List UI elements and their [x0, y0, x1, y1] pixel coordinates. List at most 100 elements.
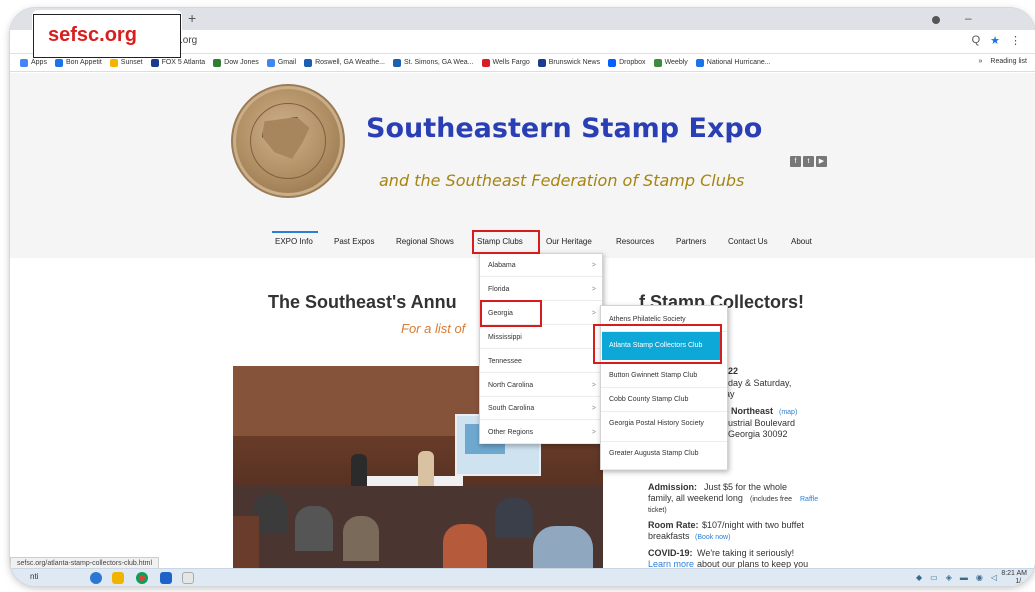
site-title[interactable]: Southeastern Stamp Expo: [366, 113, 762, 144]
georgia-club-label: Georgia Postal History Society: [609, 420, 704, 427]
youtube-icon[interactable]: ▶: [816, 156, 827, 167]
bookmark-label: Apps: [31, 59, 47, 66]
dropbox-tray-icon[interactable]: ◈: [946, 573, 952, 582]
reading-list-button[interactable]: » Reading list: [979, 58, 1027, 65]
dropdown-state-item[interactable]: North Carolina >: [480, 374, 602, 397]
dropdown-state-label: South Carolina: [488, 405, 535, 413]
bookmark-label: Roswell, GA Weathe...: [315, 59, 385, 66]
file-explorer-icon[interactable]: [112, 572, 124, 584]
profile-icon[interactable]: ⋮: [1010, 34, 1021, 47]
bookmark-item[interactable]: Wells Fargo: [481, 58, 530, 67]
nav-resources[interactable]: Resources: [616, 237, 654, 246]
dropdown-state-item[interactable]: South Carolina >: [480, 397, 602, 421]
bookmark-favicon-icon: [109, 58, 118, 67]
social-links: f t ▶: [790, 156, 827, 167]
submenu-arrow-icon: >: [591, 285, 596, 293]
submenu-arrow-icon: >: [591, 405, 596, 413]
nav-partners[interactable]: Partners: [676, 237, 706, 246]
nav-our-heritage[interactable]: Our Heritage: [546, 237, 592, 246]
bookmark-favicon-icon: [266, 58, 275, 67]
bookmark-item[interactable]: Bon Appetit: [54, 58, 102, 67]
georgia-club-item[interactable]: Greater Augusta Stamp Club: [601, 444, 727, 470]
dropdown-state-item[interactable]: Florida >: [480, 278, 602, 301]
dropdown-state-label: Other Regions: [488, 429, 534, 437]
dropdown-state-item[interactable]: Alabama >: [480, 254, 602, 277]
map-link[interactable]: (map): [779, 407, 797, 418]
bookmark-item[interactable]: Roswell, GA Weathe...: [304, 58, 385, 67]
georgia-club-item[interactable]: Georgia Postal History Society: [601, 414, 727, 442]
bookmark-item[interactable]: Dropbox: [608, 58, 646, 67]
bookmark-star-icon[interactable]: ★: [990, 34, 1000, 47]
bookmark-item[interactable]: Sunset: [109, 58, 143, 67]
annotation-label-text: sefsc.org: [48, 24, 137, 46]
page-heading: The Southeast's Annu: [268, 292, 457, 312]
bookmark-favicon-icon: [393, 58, 401, 67]
chrome-icon[interactable]: [136, 572, 148, 584]
search-box-text[interactable]: nti: [30, 572, 38, 581]
system-tray: ◆ ▭ ◈ ▬ ◉ ◁: [916, 573, 997, 582]
dropdown-state-item[interactable]: Tennessee: [480, 350, 602, 373]
address-bar-actions: Q ★ ⋮: [972, 34, 1021, 47]
bookmarks-overflow-icon[interactable]: »: [979, 58, 983, 65]
search-icon[interactable]: Q: [972, 34, 981, 47]
wifi-icon[interactable]: ◉: [976, 573, 983, 582]
bookmark-label: National Hurricane...: [706, 59, 771, 66]
dropdown-state-item[interactable]: Other Regions >: [480, 421, 602, 445]
bookmark-favicon-icon: [608, 58, 617, 67]
battery-icon[interactable]: ▬: [960, 573, 968, 582]
raffle-link[interactable]: Raffle: [800, 494, 818, 505]
bookmark-item[interactable]: Brunswick News: [537, 58, 600, 67]
site-subtitle: and the Southeast Federation of Stamp Cl…: [379, 171, 745, 190]
bookmark-item[interactable]: Gmail: [266, 58, 297, 67]
outlook-icon[interactable]: [160, 572, 172, 584]
taskbar: nti ◆ ▭ ◈ ▬ ◉ ◁ 8:21 AM 1/...: [10, 568, 1035, 586]
venue-name: n Northeast: [723, 406, 774, 416]
nav-regional-shows[interactable]: Regional Shows: [396, 237, 454, 246]
minimize-button[interactable]: –: [965, 11, 972, 25]
bookmark-item[interactable]: Weebly: [653, 58, 688, 67]
display-icon[interactable]: ▭: [930, 573, 938, 582]
covid-text: We're taking it seriously!: [697, 548, 795, 558]
dropdown-state-item[interactable]: Mississippi: [480, 326, 602, 349]
dropdown-state-label: Mississippi: [488, 333, 522, 341]
bookmark-item[interactable]: FOX 5 Atlanta: [150, 58, 205, 67]
dropdown-state-label: Florida: [488, 285, 510, 293]
georgia-club-item[interactable]: Cobb County Stamp Club: [601, 390, 727, 412]
bookmark-favicon-icon: [150, 58, 159, 67]
web-page: Southeastern Stamp Expo and the Southeas…: [10, 73, 1035, 573]
clock-time: 8:21 AM: [1001, 570, 1027, 577]
bookmark-label: Dow Jones: [224, 59, 259, 66]
twitter-icon[interactable]: t: [803, 156, 814, 167]
bookmark-item[interactable]: St. Simons, GA Wea...: [393, 58, 474, 67]
admission-label: Admission:: [648, 482, 698, 492]
paint-icon[interactable]: [182, 572, 194, 584]
bookmark-label: Weebly: [664, 59, 688, 66]
georgia-club-label: Button Gwinnett Stamp Club: [609, 372, 698, 379]
network-icon[interactable]: ◆: [916, 573, 922, 582]
nav-past-expos[interactable]: Past Expos: [334, 237, 374, 246]
bookmark-favicon-icon: [481, 58, 490, 67]
book-now-link[interactable]: (Book now): [695, 532, 730, 543]
nav-about[interactable]: About: [791, 237, 812, 246]
clock-date: 1/...: [1015, 578, 1027, 585]
taskbar-clock[interactable]: 8:21 AM 1/...: [1001, 570, 1027, 586]
annotation-box-georgia: [480, 300, 542, 327]
volume-icon[interactable]: ◁: [991, 573, 997, 582]
admission-note-2: ticket): [648, 507, 667, 514]
georgia-club-label: Greater Augusta Stamp Club: [609, 450, 699, 457]
new-tab-button[interactable]: +: [188, 10, 196, 26]
bookmark-item[interactable]: Dow Jones: [213, 58, 259, 67]
bookmark-item[interactable]: Apps: [20, 58, 47, 67]
bookmark-favicon-icon: [653, 58, 662, 67]
bookmark-label: Gmail: [277, 59, 297, 66]
venue-city: , Georgia 30092: [723, 429, 788, 439]
georgia-club-item[interactable]: Button Gwinnett Stamp Club: [601, 366, 727, 388]
facebook-icon[interactable]: f: [790, 156, 801, 167]
bookmark-item[interactable]: National Hurricane...: [695, 58, 771, 67]
nav-contact-us[interactable]: Contact Us: [728, 237, 768, 246]
dropdown-state-label: North Carolina: [488, 381, 534, 389]
url-text[interactable]: .org: [180, 35, 197, 46]
edge-icon[interactable]: [90, 572, 102, 584]
room-rate-text: $107/night with two buffet: [702, 520, 804, 530]
nav-expo-info[interactable]: EXPO Info: [275, 237, 313, 246]
